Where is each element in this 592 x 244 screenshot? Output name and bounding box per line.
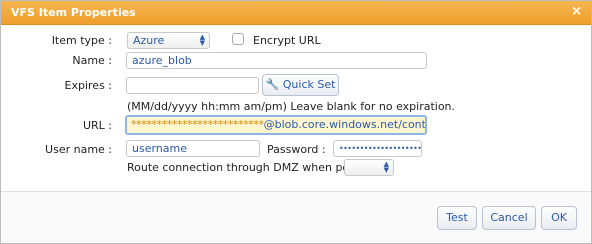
name-input[interactable]: azure_blob <box>126 52 427 69</box>
item-type-select[interactable]: Azure ▲ ▼ <box>127 32 210 49</box>
password-label: Password : <box>267 143 326 156</box>
chevron-updown-icon: ▲ ▼ <box>199 33 205 47</box>
dialog-title: VFS Item Properties <box>11 6 136 19</box>
encrypt-url-checkbox[interactable] <box>232 33 244 45</box>
vfs-item-properties-dialog: VFS Item Properties × Item type : Azure … <box>0 0 592 244</box>
chevron-updown-icon: ▲ ▼ <box>383 160 389 174</box>
url-masked-credentials: ************************** <box>131 118 264 131</box>
name-label: Name : <box>72 54 112 67</box>
url-suffix: @blob.core.windows.net/container/ <box>263 118 426 131</box>
expires-hint: (MM/dd/yyyy hh:mm am/pm) Leave blank for… <box>127 100 456 113</box>
dialog-footer: Test Cancel OK <box>1 192 591 243</box>
url-label: URL : <box>82 119 112 132</box>
test-button[interactable]: Test <box>437 206 477 230</box>
quick-set-button[interactable]: 🔧 Quick Set <box>262 74 339 96</box>
dialog-titlebar: VFS Item Properties × <box>1 1 591 25</box>
wrench-icon: 🔧 <box>265 78 280 91</box>
expires-label: Expires : <box>64 79 112 92</box>
close-icon[interactable]: × <box>571 4 582 19</box>
url-input[interactable]: **************************@blob.core.win… <box>125 115 427 135</box>
item-type-label: Item type : <box>51 34 112 47</box>
encrypt-url-label: Encrypt URL <box>253 34 321 47</box>
username-label: User name : <box>45 143 112 156</box>
expires-input[interactable] <box>126 77 259 94</box>
item-type-value: Azure <box>133 34 165 47</box>
ok-button[interactable]: OK <box>541 206 577 230</box>
password-input[interactable]: •••••••••••••••••••••••• <box>333 140 422 157</box>
quick-set-label: Quick Set <box>282 78 336 91</box>
username-input[interactable]: username <box>126 140 260 157</box>
route-dmz-select[interactable]: ▲ ▼ <box>344 159 394 176</box>
cancel-button[interactable]: Cancel <box>482 206 536 230</box>
